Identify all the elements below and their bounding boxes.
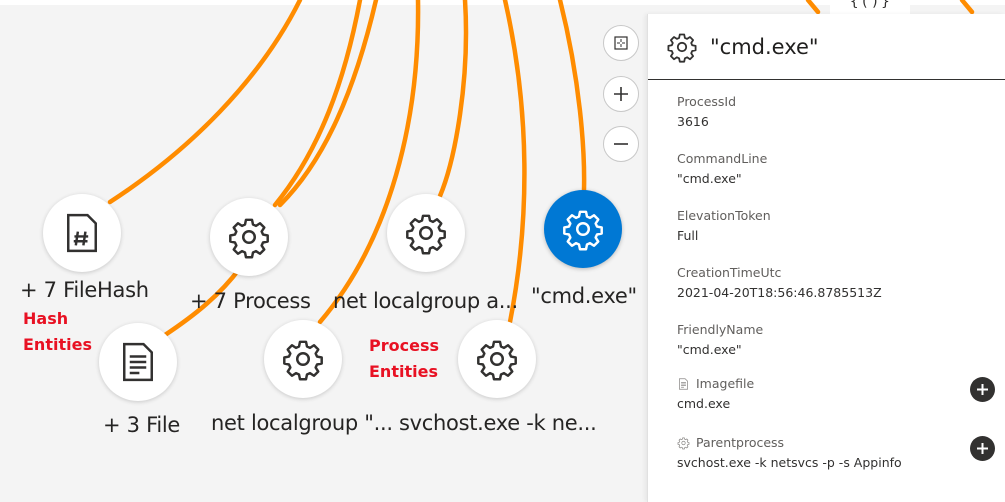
edge-offscreen-a — [805, 0, 821, 15]
node-label-net-localgroup-a: net localgroup a... — [333, 289, 518, 313]
node-label-filehash-group: + 7 FileHash — [20, 278, 149, 302]
zoom-out-icon — [614, 143, 628, 145]
file-icon — [116, 340, 160, 384]
annotation-process-entities: Process Entities — [369, 333, 439, 385]
gear-icon — [666, 31, 698, 63]
gear-icon — [281, 337, 325, 381]
edge-process-a — [272, 0, 363, 208]
field-label: ElevationToken — [677, 208, 771, 223]
gear-icon — [677, 436, 690, 450]
node-filehash-group[interactable] — [43, 191, 130, 272]
node-net-localgroup-quote[interactable] — [264, 320, 342, 398]
node-file-group[interactable] — [99, 320, 186, 401]
node-label-process-group: + 7 Process — [190, 289, 311, 313]
field-value: cmd.exe — [677, 396, 731, 411]
field-elevationtoken: ElevationToken Full — [677, 208, 771, 243]
linked-entity-parentprocess: Parentprocess svchost.exe -k netsvcs -p … — [677, 435, 902, 470]
field-commandline: CommandLine "cmd.exe" — [677, 151, 767, 186]
edge-process-b — [277, 0, 379, 208]
gear-icon — [475, 337, 519, 381]
field-value: 3616 — [677, 114, 709, 129]
node-label-net-localgroup-quote: net localgroup "... — [211, 411, 393, 435]
plus-icon — [977, 443, 988, 454]
field-label-text: Imagefile — [696, 376, 755, 391]
zoom-in-icon — [614, 87, 628, 101]
gear-icon — [561, 207, 605, 251]
panel-header: "cmd.exe" — [648, 14, 1005, 80]
node-svchost[interactable] — [458, 320, 536, 398]
field-label: CreationTimeUtc — [677, 265, 782, 280]
annotation-line: Entities — [23, 335, 92, 354]
field-label: Parentprocess — [677, 435, 902, 450]
edge-svchost — [502, 0, 527, 325]
field-label-text: Parentprocess — [696, 435, 785, 450]
field-label: FriendlyName — [677, 322, 764, 337]
gear-icon — [404, 211, 448, 255]
zoom-out-button[interactable] — [603, 126, 639, 162]
gear-icon — [227, 215, 271, 259]
node-process-group[interactable] — [210, 195, 297, 276]
add-imagefile-to-graph-button[interactable] — [970, 377, 995, 402]
fit-to-screen-icon — [614, 36, 628, 50]
node-label-file-group: + 3 File — [103, 413, 181, 437]
file-hash-icon — [60, 211, 104, 255]
panel-title: "cmd.exe" — [710, 34, 819, 59]
peek-node[interactable]: {()} — [830, 0, 910, 14]
plus-icon — [977, 384, 988, 395]
edge-filehash — [107, 0, 303, 205]
peek-node-glyph: {()} — [850, 0, 892, 10]
fit-to-screen-button[interactable] — [603, 25, 639, 61]
edge-cmd — [557, 0, 587, 193]
annotation-line: Hash — [23, 309, 69, 328]
zoom-in-button[interactable] — [603, 76, 639, 112]
node-cmd-exe[interactable] — [544, 190, 622, 268]
annotation-hash-entities: Hash Entities — [23, 306, 92, 358]
field-creationtimeutc: CreationTimeUtc 2021-04-20T18:56:46.8785… — [677, 265, 882, 300]
node-net-localgroup-a[interactable] — [387, 194, 465, 272]
field-value: "cmd.exe" — [677, 171, 742, 186]
file-icon — [677, 377, 690, 391]
field-label: CommandLine — [677, 151, 768, 166]
field-label: ProcessId — [677, 94, 737, 109]
node-label-svchost: svchost.exe -k ne... — [399, 411, 597, 435]
field-friendlyname: FriendlyName "cmd.exe" — [677, 322, 763, 357]
linked-entity-imagefile: Imagefile cmd.exe — [677, 376, 754, 411]
field-processid: ProcessId 3616 — [677, 94, 736, 129]
field-value: 2021-04-20T18:56:46.8785513Z — [677, 285, 882, 300]
field-label: Imagefile — [677, 376, 754, 391]
edge-net-a — [437, 0, 469, 199]
field-value: "cmd.exe" — [677, 342, 742, 357]
edge-offscreen-b — [959, 0, 975, 15]
entity-details-panel: "cmd.exe" ProcessId 3616 CommandLine "cm… — [647, 14, 1005, 502]
annotation-line: Entities — [369, 362, 438, 381]
annotation-line: Process — [369, 336, 439, 355]
field-value: svchost.exe -k netsvcs -p -s Appinfo — [677, 455, 902, 470]
node-label-cmd-exe: "cmd.exe" — [531, 284, 637, 308]
edge-net-quote — [317, 0, 421, 325]
field-value: Full — [677, 228, 699, 243]
add-parentprocess-to-graph-button[interactable] — [970, 436, 995, 461]
